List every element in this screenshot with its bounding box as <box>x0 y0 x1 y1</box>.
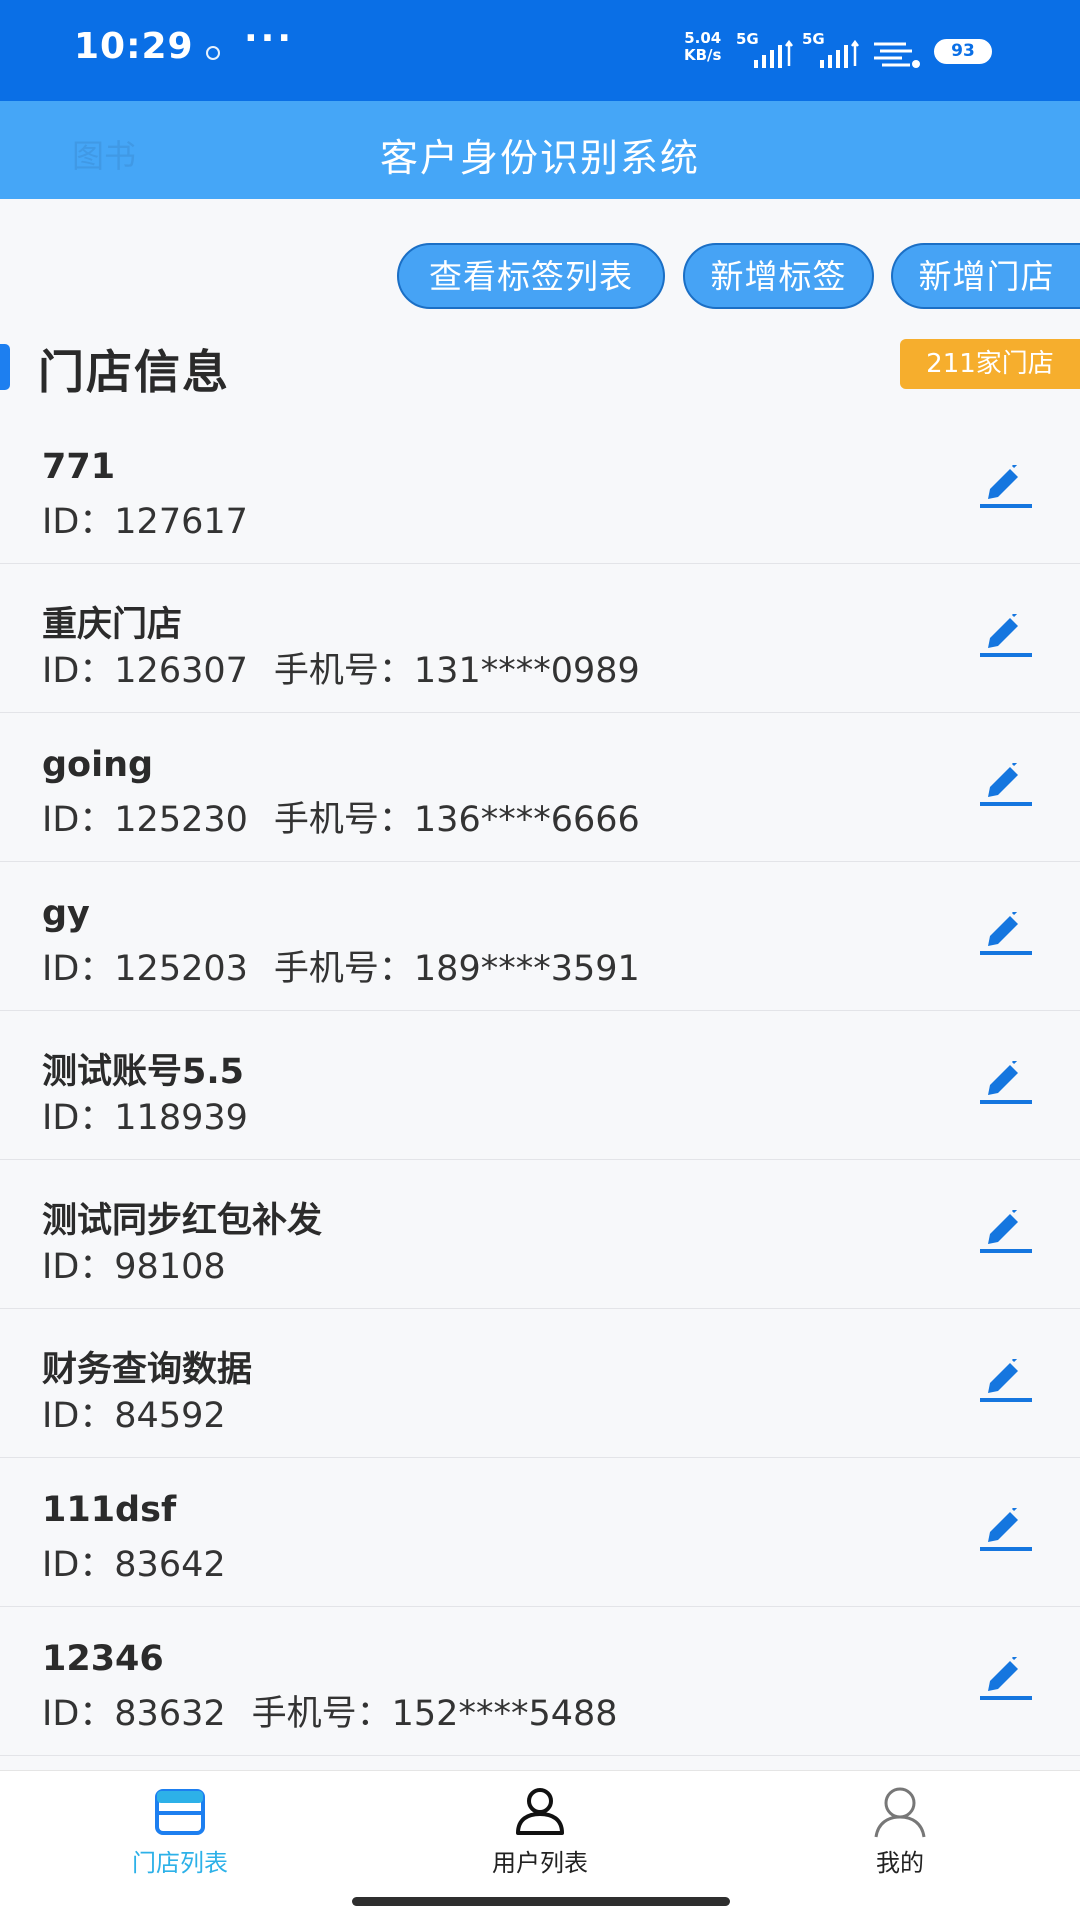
store-meta: ID：126307 手机号：131****0989 <box>42 642 640 693</box>
section-accent-bar <box>0 344 10 390</box>
store-id: 83642 <box>114 1545 226 1585</box>
store-name: 111dsf <box>42 1490 177 1530</box>
store-meta: ID：83632 手机号：152****5488 <box>42 1685 618 1736</box>
store-list: 771 ID：127617 重庆门店 ID：126307 手机号：131****0… <box>0 415 1080 1756</box>
tab-mine[interactable]: 我的 <box>800 1771 1000 1891</box>
store-meta: ID：127617 <box>42 493 248 544</box>
status-bar: 10:29 ··· 5.04 KB/s 5G 5G 93 <box>0 0 1080 101</box>
tab-store-list[interactable]: 门店列表 <box>80 1771 280 1891</box>
store-id-label: ID： <box>42 1396 115 1436</box>
store-id-label: ID： <box>42 1694 115 1734</box>
store-list-item[interactable]: 测试同步红包补发 ID：98108 <box>0 1160 1080 1309</box>
edit-icon[interactable] <box>980 614 1032 658</box>
store-count-badge: 211家门店 <box>900 339 1080 389</box>
action-bar: 查看标签列表 新增标签 新增门店 <box>0 243 1080 313</box>
edit-icon[interactable] <box>980 912 1032 956</box>
store-phone-label: 手机号： <box>273 651 414 691</box>
store-name: going <box>42 745 154 785</box>
store-phone-label: 手机号： <box>251 1694 392 1734</box>
edit-icon[interactable] <box>980 465 1032 509</box>
store-id-label: ID： <box>42 1545 115 1585</box>
store-phone-group: 手机号：189****3591 <box>248 949 640 989</box>
store-id: 125203 <box>114 949 248 989</box>
store-phone-group: 手机号：131****0989 <box>248 651 640 691</box>
network-speed-unit: KB/s <box>684 46 722 64</box>
store-phone-label: 手机号： <box>273 949 414 989</box>
add-tag-button[interactable]: 新增标签 <box>683 243 874 309</box>
home-indicator[interactable] <box>352 1897 730 1906</box>
store-id: 126307 <box>114 651 248 691</box>
store-id-label: ID： <box>42 502 115 542</box>
store-phone: 152****5488 <box>391 1694 618 1734</box>
store-id-label: ID： <box>42 800 115 840</box>
store-id-label: ID： <box>42 1247 115 1287</box>
edit-icon[interactable] <box>980 1061 1032 1105</box>
network-speed: 5.04 KB/s <box>684 30 721 64</box>
store-name: 财务查询数据 <box>42 1350 253 1390</box>
store-id-label: ID： <box>42 651 115 691</box>
tab-mine-label: 我的 <box>876 1849 924 1877</box>
notification-dot-icon <box>206 46 220 60</box>
store-meta: ID：98108 <box>42 1238 226 1289</box>
store-meta: ID：125230 手机号：136****6666 <box>42 791 640 842</box>
battery-icon: 93 <box>934 39 992 64</box>
edit-icon[interactable] <box>980 1508 1032 1552</box>
profile-icon <box>874 1787 926 1838</box>
status-time: 10:29 <box>74 26 194 67</box>
edit-icon[interactable] <box>980 1657 1032 1701</box>
store-name: gy <box>42 894 90 934</box>
store-phone-group: 手机号：136****6666 <box>248 800 640 840</box>
store-name: 测试同步红包补发 <box>42 1201 323 1241</box>
store-list-item[interactable]: 测试账号5.5 ID：118939 <box>0 1011 1080 1160</box>
store-id: 83632 <box>114 1694 226 1734</box>
tab-store-list-label: 门店列表 <box>132 1849 228 1877</box>
store-phone: 189****3591 <box>413 949 640 989</box>
tab-user-list[interactable]: 用户列表 <box>440 1771 640 1891</box>
store-id: 118939 <box>114 1098 248 1138</box>
store-phone-group: 手机号：152****5488 <box>226 1694 618 1734</box>
store-id: 98108 <box>114 1247 226 1287</box>
store-phone-label: 手机号： <box>273 800 414 840</box>
store-list-item[interactable]: going ID：125230 手机号：136****6666 <box>0 713 1080 862</box>
view-tag-list-button[interactable]: 查看标签列表 <box>397 243 665 309</box>
store-id: 125230 <box>114 800 248 840</box>
network-speed-value: 5.04 <box>684 29 722 47</box>
store-list-item[interactable]: 财务查询数据 ID：84592 <box>0 1309 1080 1458</box>
store-list-icon <box>155 1789 205 1835</box>
user-icon <box>516 1788 564 1835</box>
store-name: 重庆门店 <box>42 605 183 645</box>
store-info-section-header: 门店信息 211家门店 <box>0 336 1080 399</box>
add-store-button[interactable]: 新增门店 <box>891 243 1080 309</box>
edit-icon[interactable] <box>980 763 1032 807</box>
wifi-speed-icon <box>874 42 920 68</box>
store-list-item[interactable]: 12346 ID：83632 手机号：152****5488 <box>0 1607 1080 1756</box>
edit-icon[interactable] <box>980 1210 1032 1254</box>
store-list-item[interactable]: 重庆门店 ID：126307 手机号：131****0989 <box>0 564 1080 713</box>
store-list-item[interactable]: 771 ID：127617 <box>0 415 1080 564</box>
store-name: 12346 <box>42 1639 164 1679</box>
store-id-label: ID： <box>42 1098 115 1138</box>
store-name: 测试账号5.5 <box>42 1052 245 1092</box>
status-more-icon: ··· <box>244 18 295 59</box>
app-header: 图书 客户身份识别系统 <box>0 101 1080 199</box>
edit-icon[interactable] <box>980 1359 1032 1403</box>
tab-user-list-label: 用户列表 <box>492 1849 588 1877</box>
store-id: 127617 <box>114 502 248 542</box>
store-list-item[interactable]: 111dsf ID：83642 <box>0 1458 1080 1607</box>
store-id-label: ID： <box>42 949 115 989</box>
signal-2-icon <box>820 40 859 68</box>
store-phone: 136****6666 <box>413 800 640 840</box>
section-title: 门店信息 <box>38 345 230 399</box>
store-meta: ID：84592 <box>42 1387 226 1438</box>
store-meta: ID：125203 手机号：189****3591 <box>42 940 640 991</box>
store-phone: 131****0989 <box>413 651 640 691</box>
store-meta: ID：118939 <box>42 1089 248 1140</box>
store-list-item[interactable]: gy ID：125203 手机号：189****3591 <box>0 862 1080 1011</box>
store-name: 771 <box>42 447 116 487</box>
signal-1-icon <box>754 40 793 68</box>
store-meta: ID：83642 <box>42 1536 226 1587</box>
page-title: 客户身份识别系统 <box>379 136 700 180</box>
store-id: 84592 <box>114 1396 226 1436</box>
